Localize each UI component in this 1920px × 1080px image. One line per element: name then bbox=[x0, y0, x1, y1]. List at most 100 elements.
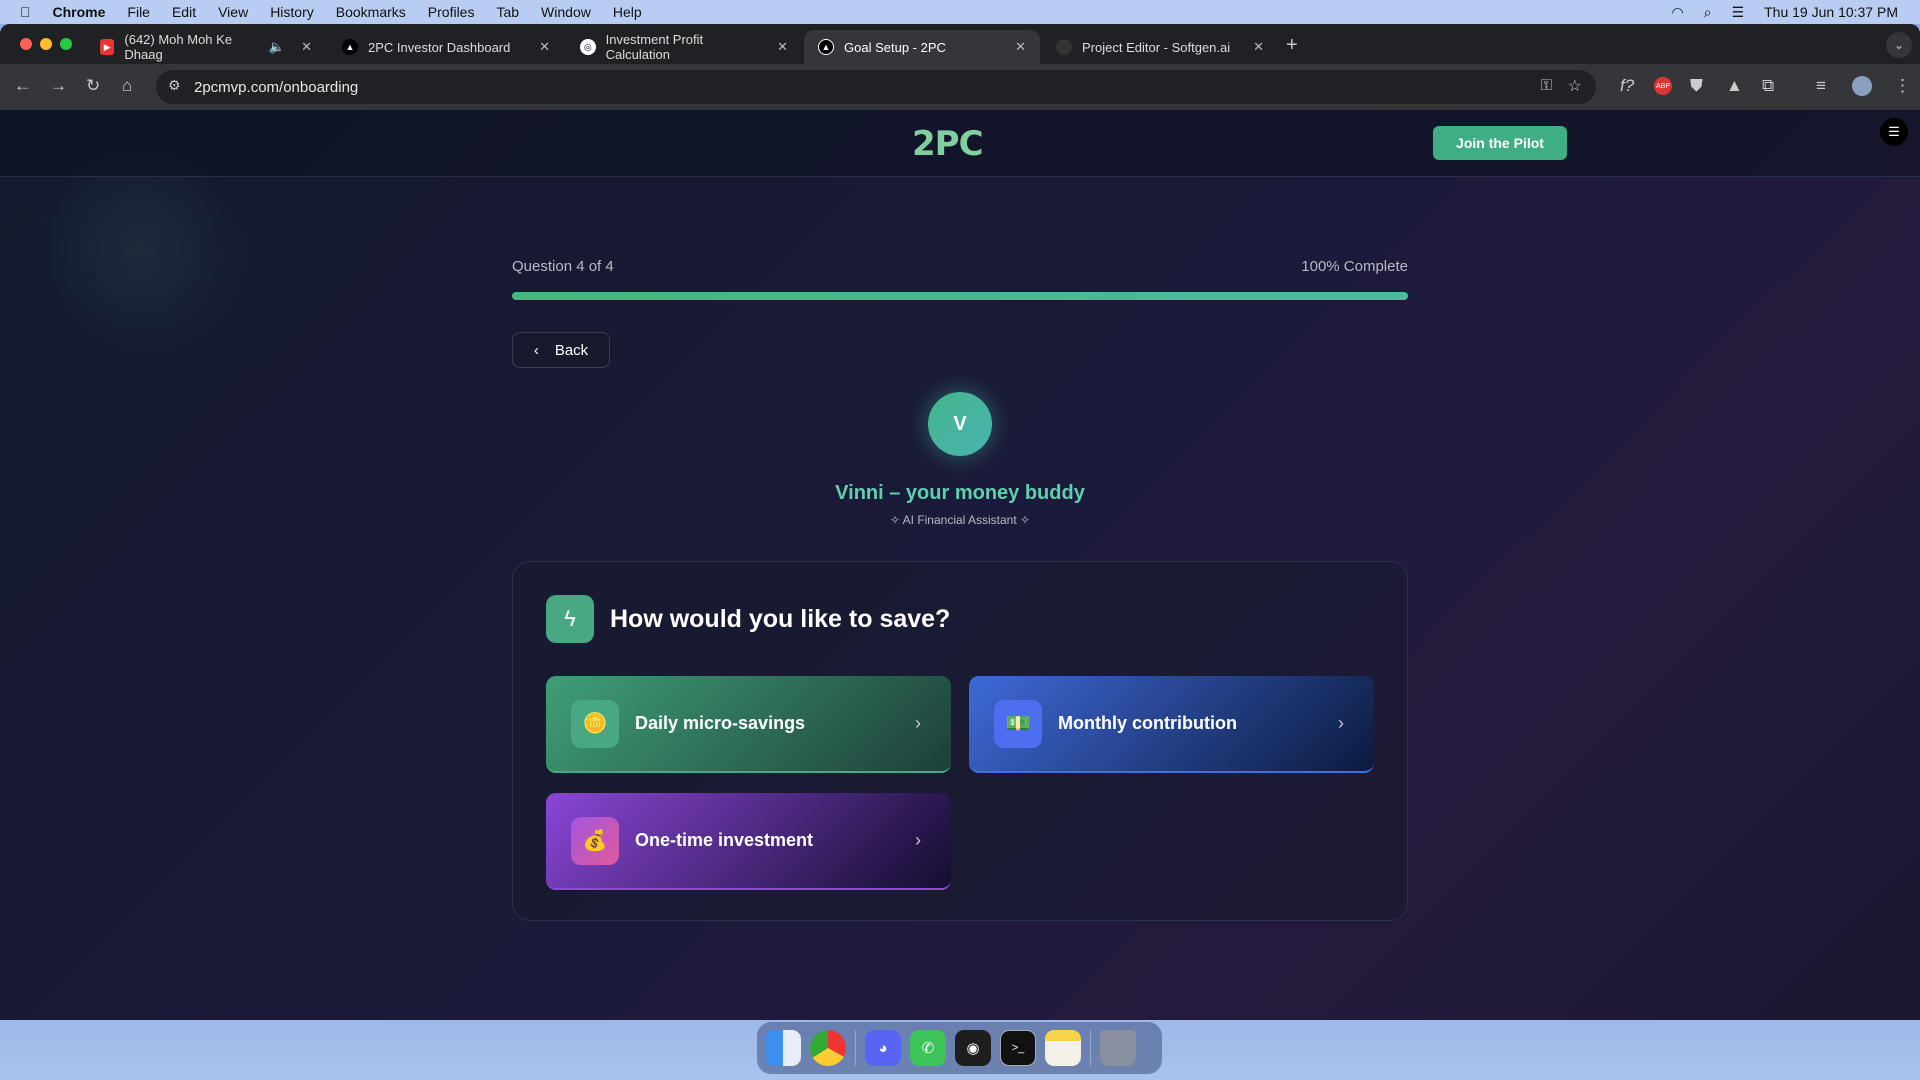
menu-history[interactable]: History bbox=[270, 4, 314, 20]
menu-view[interactable]: View bbox=[218, 4, 248, 20]
join-pilot-button[interactable]: Join the Pilot bbox=[1433, 126, 1567, 160]
close-tab-icon[interactable]: ✕ bbox=[539, 39, 550, 55]
money-bag-icon: 💰 bbox=[571, 816, 619, 865]
profile-avatar[interactable] bbox=[1852, 76, 1872, 96]
forward-nav-icon[interactable]: → bbox=[50, 76, 67, 96]
reload-icon[interactable]: ↻ bbox=[86, 76, 100, 96]
tab-youtube[interactable]: ▶ (642) Moh Moh Ke Dhaag 🔈 ✕ bbox=[86, 30, 326, 64]
shield-extension-icon[interactable]: ⛊ bbox=[1690, 76, 1703, 96]
assistant-subtitle: ✧ AI Financial Assistant ✧ bbox=[0, 513, 1920, 527]
lightning-icon: ϟ bbox=[546, 595, 594, 643]
tab-title: Project Editor - Softgen.ai bbox=[1082, 39, 1231, 55]
whatsapp-icon[interactable]: ✆ bbox=[910, 1030, 946, 1066]
assistant-avatar: V bbox=[928, 392, 992, 456]
figma-icon[interactable]: ◉ bbox=[955, 1030, 991, 1066]
menu-file[interactable]: File bbox=[127, 4, 150, 20]
dock-divider bbox=[855, 1030, 856, 1066]
site-settings-icon[interactable]: ⚙ bbox=[168, 77, 181, 94]
close-tab-icon[interactable]: ✕ bbox=[301, 39, 312, 55]
youtube-icon: ▶ bbox=[100, 39, 115, 55]
clock[interactable]: Thu 19 Jun 10:37 PM bbox=[1764, 4, 1898, 20]
address-bar[interactable]: ⚙ 2pcmvp.com/onboarding ⚿ ☆ bbox=[156, 70, 1596, 104]
close-tab-icon[interactable]: ✕ bbox=[1253, 39, 1264, 55]
question-counter: Question 4 of 4 bbox=[512, 258, 614, 275]
new-tab-button[interactable]: + bbox=[1286, 34, 1298, 57]
question-title: How would you like to save? bbox=[610, 605, 951, 633]
tab-title: (642) Moh Moh Ke Dhaag bbox=[124, 32, 233, 62]
status-menu-area: ◠ ⌕ ☰ Thu 19 Jun 10:37 PM bbox=[1672, 0, 1899, 24]
browser-window: ▶ (642) Moh Moh Ke Dhaag 🔈 ✕ ▲ 2PC Investor … bbox=[0, 24, 1920, 1020]
option-daily-micro-savings[interactable]: 🪙 Daily micro-savings › bbox=[546, 676, 951, 773]
home-icon[interactable]: ⌂ bbox=[122, 76, 132, 96]
triangle-extension-icon[interactable]: ▲ bbox=[1726, 76, 1743, 96]
search-icon[interactable]: ⌕ bbox=[1704, 4, 1712, 21]
assistant-name: Vinni – your money buddy bbox=[835, 482, 1085, 504]
tab-title: Goal Setup - 2PC bbox=[844, 39, 946, 55]
back-button[interactable]: ‹ Back bbox=[512, 332, 610, 368]
tab-title: 2PC Investor Dashboard bbox=[368, 39, 511, 55]
reading-list-icon[interactable]: ≡ bbox=[1816, 76, 1826, 96]
menu-bookmarks[interactable]: Bookmarks bbox=[336, 4, 406, 20]
tab-goal-setup[interactable]: ▲ Goal Setup - 2PC ✕ bbox=[804, 30, 1040, 64]
close-tab-icon[interactable]: ✕ bbox=[1015, 39, 1026, 55]
tab-project-editor[interactable]: Project Editor - Softgen.ai ✕ bbox=[1042, 30, 1278, 64]
password-key-icon[interactable]: ⚿ bbox=[1541, 77, 1552, 94]
back-nav-icon[interactable]: ← bbox=[14, 76, 31, 96]
web-page: 2PC Join the Pilot ☰ Question 4 of 4 100… bbox=[0, 110, 1920, 1020]
chrome-icon[interactable] bbox=[810, 1030, 846, 1066]
softgen-icon bbox=[1056, 39, 1072, 55]
menu-tab[interactable]: Tab bbox=[496, 4, 519, 20]
close-tab-icon[interactable]: ✕ bbox=[777, 39, 788, 55]
progress-bar bbox=[512, 292, 1408, 300]
site-header: 2PC Join the Pilot ☰ bbox=[0, 110, 1920, 177]
discord-icon[interactable]: ◕ bbox=[865, 1030, 901, 1066]
trash-icon[interactable] bbox=[1100, 1030, 1136, 1066]
money-icon: 💵 bbox=[994, 699, 1042, 748]
side-panel-icon[interactable]: ☰ bbox=[1880, 118, 1908, 146]
sparkle-icon: ✧ bbox=[889, 513, 903, 527]
more-menu-icon[interactable]: ⋮ bbox=[1894, 76, 1911, 96]
dock: ◕ ✆ ◉ >_ bbox=[757, 1022, 1162, 1074]
back-label: Back bbox=[554, 341, 589, 359]
chevron-right-icon: › bbox=[915, 713, 921, 733]
close-window-button[interactable] bbox=[20, 38, 32, 50]
chevron-right-icon: › bbox=[915, 830, 921, 850]
maximize-window-button[interactable] bbox=[60, 38, 72, 50]
question-card: ϟ How would you like to save? 🪙 Daily mic… bbox=[512, 561, 1408, 921]
control-center-icon[interactable]: ☰ bbox=[1732, 4, 1745, 21]
tab-search-button[interactable]: ⌄ bbox=[1886, 32, 1912, 58]
extension-f-icon[interactable]: f? bbox=[1620, 76, 1634, 96]
terminal-icon[interactable]: >_ bbox=[1000, 1030, 1036, 1066]
minimize-window-button[interactable] bbox=[40, 38, 52, 50]
option-label: Daily micro-savings bbox=[635, 713, 806, 733]
option-one-time-investment[interactable]: 💰 One-time investment › bbox=[546, 793, 951, 890]
menu-help[interactable]: Help bbox=[613, 4, 642, 20]
menu-bar:  Chrome File Edit View History Bookmark… bbox=[0, 0, 1920, 24]
dock-divider bbox=[1090, 1030, 1091, 1066]
extensions-puzzle-icon[interactable]: ⧉ bbox=[1762, 76, 1774, 96]
tab-investment-profit[interactable]: ◎ Investment Profit Calculation ✕ bbox=[566, 30, 802, 64]
notes-icon[interactable] bbox=[1045, 1030, 1081, 1066]
browser-toolbar: ← → ↻ ⌂ ⚙ 2pcmvp.com/onboarding ⚿ ☆ f? A… bbox=[0, 64, 1920, 110]
speaker-icon[interactable]: 🔈 bbox=[269, 39, 285, 55]
coin-icon: 🪙 bbox=[571, 699, 619, 748]
menu-profiles[interactable]: Profiles bbox=[428, 4, 475, 20]
tab-investor-dashboard[interactable]: ▲ 2PC Investor Dashboard ✕ bbox=[328, 30, 564, 64]
bookmark-star-icon[interactable]: ☆ bbox=[1568, 76, 1582, 96]
chevron-left-icon: ‹ bbox=[533, 341, 539, 359]
apple-icon[interactable]:  bbox=[20, 4, 31, 20]
progress-fill bbox=[512, 292, 1408, 300]
menu-app-name[interactable]: Chrome bbox=[53, 4, 106, 20]
sparkle-icon: ✧ bbox=[1016, 513, 1031, 527]
triangle-icon: ▲ bbox=[342, 39, 358, 55]
triangle-icon: ▲ bbox=[818, 39, 834, 55]
logo[interactable]: 2PC bbox=[912, 124, 984, 164]
menu-edit[interactable]: Edit bbox=[172, 4, 196, 20]
adblock-icon[interactable]: ABP bbox=[1654, 77, 1672, 95]
finder-icon[interactable] bbox=[765, 1030, 801, 1066]
wifi-icon[interactable]: ◠ bbox=[1672, 4, 1684, 21]
option-label: One-time investment bbox=[635, 830, 814, 850]
option-monthly-contribution[interactable]: 💵 Monthly contribution › bbox=[969, 676, 1374, 773]
url-text[interactable]: 2pcmvp.com/onboarding bbox=[194, 79, 358, 96]
menu-window[interactable]: Window bbox=[541, 4, 591, 20]
